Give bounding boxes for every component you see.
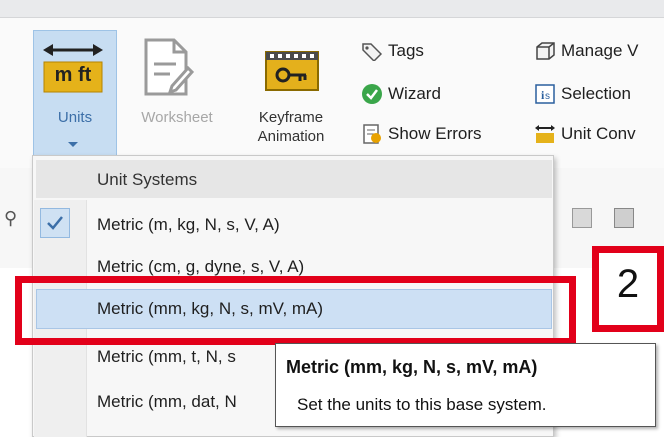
unit-converter-label: Unit Conv bbox=[561, 124, 636, 143]
check-circle-icon bbox=[360, 83, 384, 105]
manage-label: Manage V bbox=[561, 41, 639, 60]
tags-label: Tags bbox=[388, 41, 424, 60]
wizard-label: Wizard bbox=[388, 84, 441, 103]
keyframe-animation-icon bbox=[264, 50, 320, 92]
tooltip-title: Metric (mm, kg, N, s, mV, mA) bbox=[286, 357, 538, 377]
units-label: Units bbox=[57, 109, 93, 126]
selection-label: Selection bbox=[561, 84, 631, 103]
keyframe-animation-button[interactable]: Keyframe Animation bbox=[236, 108, 346, 146]
units-icon-text: m ft bbox=[54, 64, 92, 86]
wizard-button[interactable]: Wizard bbox=[360, 82, 441, 106]
toolbar-grid-icon[interactable] bbox=[614, 208, 634, 228]
title-strip bbox=[0, 0, 664, 18]
error-list-icon bbox=[360, 123, 384, 145]
toolbar-table-icon[interactable] bbox=[572, 208, 592, 228]
menu-header-label: Unit Systems bbox=[97, 170, 198, 189]
chevron-down-icon bbox=[68, 142, 78, 147]
unit-converter-button[interactable]: Unit Conv bbox=[533, 122, 636, 146]
annotation-step-number: 2 bbox=[616, 262, 640, 306]
cube-icon bbox=[533, 40, 557, 62]
tags-button[interactable]: Tags bbox=[360, 39, 424, 63]
menu-item-label: Metric (cm, g, dyne, s, V, A) bbox=[97, 257, 305, 276]
search-icon[interactable]: ⚲ bbox=[4, 208, 17, 229]
tooltip-description: Set the units to this base system. bbox=[297, 395, 547, 414]
unit-converter-icon bbox=[533, 123, 557, 145]
menu-item-label: Metric (mm, dat, N bbox=[97, 392, 237, 411]
worksheet-icon bbox=[142, 36, 195, 98]
keyframe-label-line1: Keyframe bbox=[258, 109, 324, 126]
selection-button[interactable]: is Selection bbox=[533, 82, 631, 106]
tag-icon bbox=[360, 40, 384, 62]
annotation-highlight-box bbox=[15, 276, 576, 345]
menu-item-label: Metric (mm, t, N, s bbox=[97, 347, 236, 366]
selection-info-icon: is bbox=[533, 83, 557, 105]
menu-item-label: Metric (m, kg, N, s, V, A) bbox=[97, 215, 280, 234]
svg-text:s: s bbox=[545, 91, 550, 102]
show-errors-label: Show Errors bbox=[388, 124, 482, 143]
manage-button[interactable]: Manage V bbox=[533, 39, 639, 63]
show-errors-button[interactable]: Show Errors bbox=[360, 122, 482, 146]
worksheet-button-label[interactable]: Worksheet bbox=[118, 108, 236, 127]
keyframe-label-line2: Animation bbox=[257, 128, 325, 145]
